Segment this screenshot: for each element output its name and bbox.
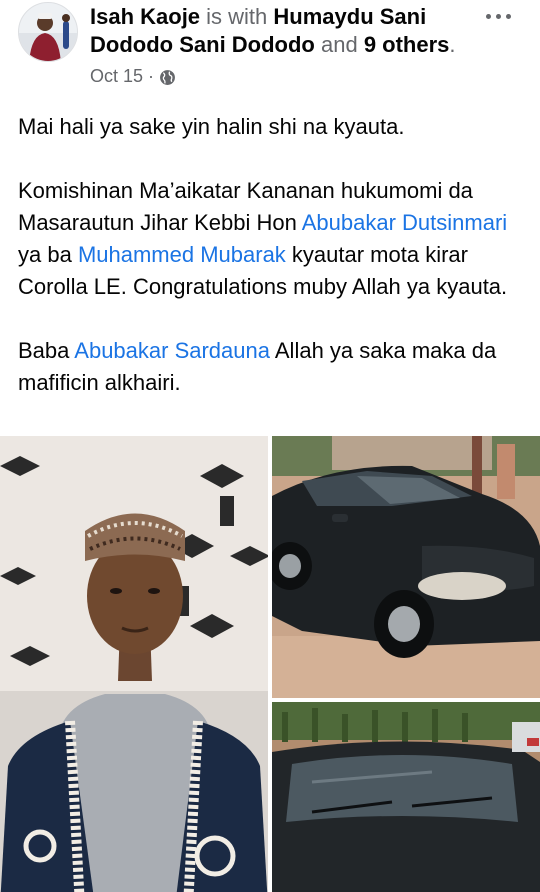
- author-line: Isah Kaoje is with Humaydu Sani Dododo S…: [90, 3, 470, 59]
- post-paragraph-3: Baba Abubakar Sardauna Allah ya saka mak…: [18, 335, 528, 399]
- mention-link[interactable]: Abubakar Dutsinmari: [302, 210, 507, 235]
- post-paragraph-1: Mai hali ya sake yin halin shi na kyauta…: [18, 114, 405, 139]
- tagged-person-2[interactable]: Sani Dododo: [179, 32, 315, 57]
- post-paragraph-2: Komishinan Ma’aikatar Kananan hukumomi d…: [18, 175, 528, 303]
- more-dot: [485, 13, 491, 19]
- tagged-others-link[interactable]: 9 others: [364, 32, 450, 57]
- mention-link[interactable]: Abubakar Sardauna: [74, 338, 270, 363]
- more-dot: [505, 13, 511, 19]
- mention-link[interactable]: Muhammed Mubarak: [78, 242, 286, 267]
- photo-grid: [0, 436, 540, 892]
- post-date[interactable]: Oct 15: [90, 64, 143, 88]
- meta-separator: ·: [148, 66, 155, 86]
- paragraph-text: Baba: [18, 338, 75, 363]
- and-text: and: [314, 32, 364, 57]
- author-name[interactable]: Isah Kaoje: [90, 4, 200, 29]
- portrait-photo[interactable]: [0, 436, 268, 892]
- car-photo-rear[interactable]: [272, 702, 540, 892]
- post-header: Isah Kaoje is with Humaydu Sani Dododo S…: [0, 0, 540, 100]
- more-options-button[interactable]: [478, 2, 518, 30]
- car-photo-front[interactable]: [272, 436, 540, 698]
- paragraph-text: ya ba: [18, 242, 78, 267]
- with-text: is with: [200, 4, 274, 29]
- more-dot: [495, 13, 501, 19]
- period-text: .: [449, 32, 456, 57]
- globe-icon[interactable]: [159, 68, 176, 85]
- author-avatar[interactable]: [18, 2, 78, 62]
- post-body: Mai hali ya sake yin halin shi na kyauta…: [18, 111, 528, 399]
- post-meta: Oct 15 ·: [90, 64, 176, 88]
